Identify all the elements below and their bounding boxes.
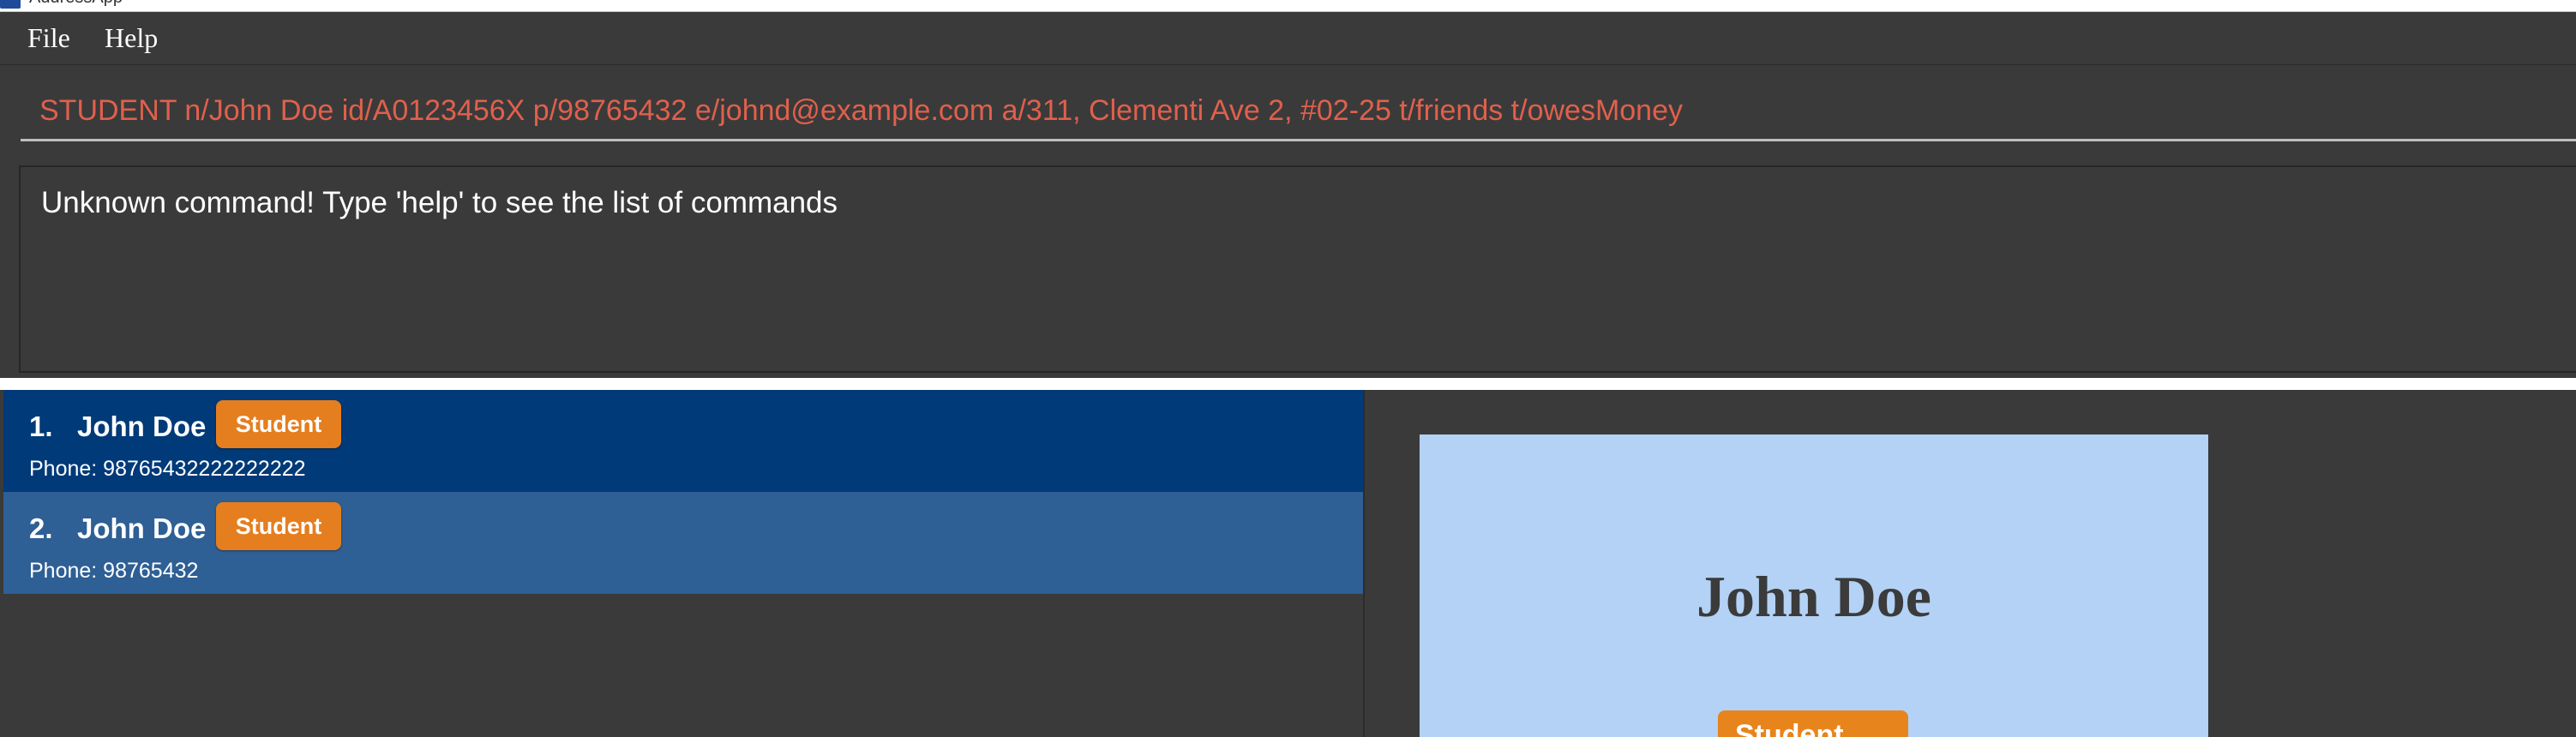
person-detail-card: John Doe Student: [1420, 434, 2208, 737]
command-input[interactable]: STUDENT n/John Doe id/A0123456X p/987654…: [21, 79, 2576, 141]
title-bar: AddressApp: [0, 0, 2576, 12]
command-input-text: STUDENT n/John Doe id/A0123456X p/987654…: [39, 94, 1683, 127]
menu-file[interactable]: File: [27, 19, 70, 57]
person-phone: Phone: 98765432: [29, 559, 199, 583]
person-index: 1.: [29, 410, 53, 442]
student-tag: Student: [216, 400, 341, 448]
person-list-panel[interactable]: 1. John Doe Student Phone: 9876543222222…: [0, 390, 1365, 737]
command-panel: STUDENT n/John Doe id/A0123456X p/987654…: [0, 65, 2576, 157]
split-pane-divider[interactable]: [0, 378, 2576, 390]
person-name: John Doe: [77, 512, 207, 544]
student-tag: Student: [216, 502, 341, 550]
result-message: Unknown command! Type 'help' to see the …: [41, 186, 838, 219]
person-name: John Doe: [77, 410, 207, 442]
detail-tag-label: Student: [1735, 719, 1844, 737]
detail-tag: Student: [1718, 710, 1908, 737]
detail-name: John Doe: [1696, 564, 1931, 629]
result-display[interactable]: Unknown command! Type 'help' to see the …: [19, 165, 2576, 373]
person-card-2[interactable]: 2. John Doe Student Phone: 98765432: [3, 492, 1363, 594]
window-title: AddressApp: [29, 0, 123, 8]
person-index: 2.: [29, 512, 53, 544]
menu-bar: File Help: [0, 12, 2576, 65]
app-logo-icon: [0, 0, 21, 9]
person-card-1[interactable]: 1. John Doe Student Phone: 9876543222222…: [3, 390, 1363, 492]
person-phone: Phone: 98765432222222222: [29, 457, 306, 481]
menu-help[interactable]: Help: [105, 19, 158, 57]
person-detail-panel: John Doe Student: [1365, 390, 2576, 737]
result-panel: Unknown command! Type 'help' to see the …: [0, 157, 2576, 378]
